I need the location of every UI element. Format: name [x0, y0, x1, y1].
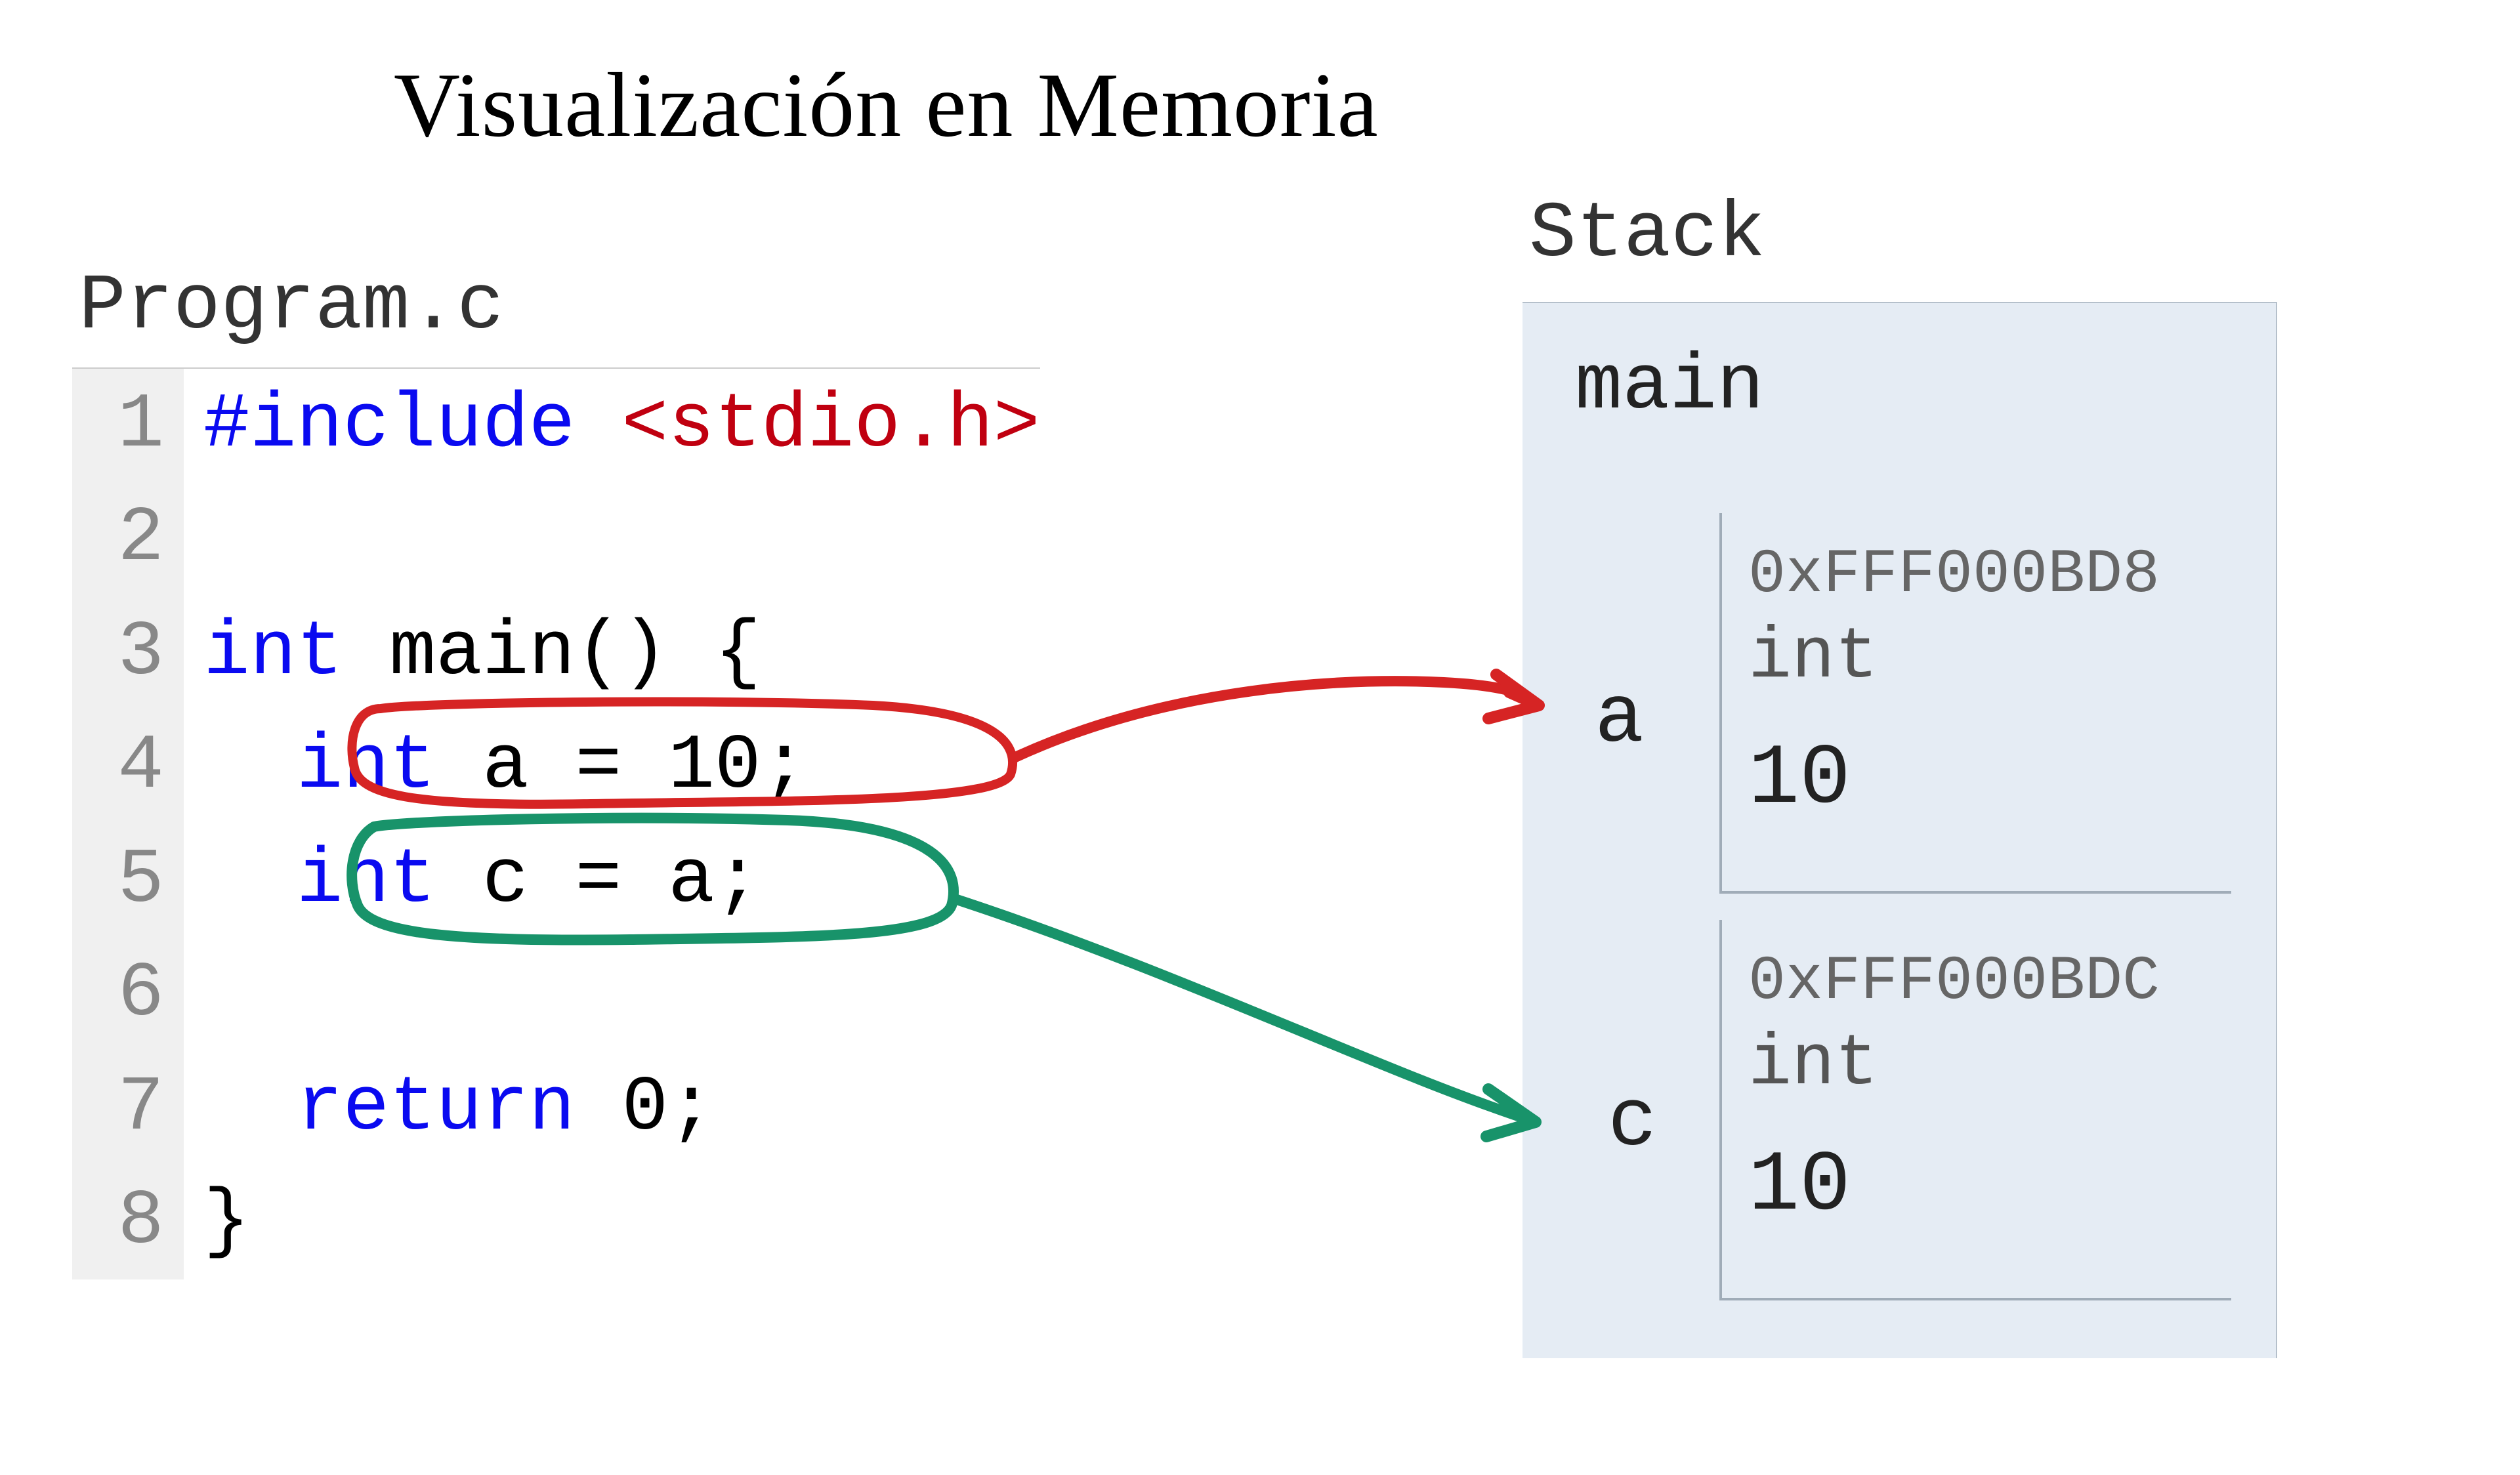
- line-number: 7: [72, 1052, 184, 1165]
- line-number: 8: [72, 1165, 184, 1279]
- code-line: 6: [72, 938, 1040, 1051]
- code-line: 3 int main() {: [72, 596, 1040, 710]
- stack-frame-name: main: [1575, 343, 1764, 432]
- line-number: 4: [72, 710, 184, 823]
- stack-variable-box: 0xFFF000BDC int 10: [1719, 920, 2231, 1300]
- var-type: int: [1722, 610, 2231, 699]
- stack-heading: Stack: [1529, 190, 1765, 280]
- file-name-label: Program.c: [79, 262, 504, 352]
- code-line: 5 int c = a;: [72, 824, 1040, 938]
- code-line: 7 return 0;: [72, 1052, 1040, 1165]
- var-type: int: [1722, 1017, 2231, 1106]
- code-line: 4 int a = 10;: [72, 710, 1040, 823]
- line-number: 3: [72, 596, 184, 710]
- line-number: 6: [72, 938, 184, 1051]
- code-line: 2: [72, 482, 1040, 596]
- line-number: 1: [72, 369, 184, 482]
- preproc-token: #include: [203, 382, 576, 469]
- code-line: 1 #include <stdio.h>: [72, 369, 1040, 482]
- code-line: 8 }: [72, 1165, 1040, 1279]
- var-value: 10: [1722, 699, 2231, 828]
- code-text: a = 10;: [482, 723, 808, 810]
- code-text: main() {: [389, 610, 761, 697]
- keyword-token: int: [297, 837, 436, 924]
- code-text: }: [203, 1178, 250, 1266]
- code-listing: 1 #include <stdio.h> 2 3 int main() { 4 …: [72, 367, 1040, 1279]
- code-text: 0;: [621, 1065, 715, 1152]
- var-name-label: a: [1595, 673, 1644, 766]
- line-number: 5: [72, 824, 184, 938]
- line-number: 2: [72, 482, 184, 596]
- keyword-token: int: [203, 610, 343, 697]
- var-name-label: c: [1608, 1076, 1657, 1169]
- var-address: 0xFFF000BDC: [1722, 920, 2231, 1017]
- code-text: c = a;: [482, 837, 761, 924]
- stack-variable-box: 0xFFF000BD8 int 10: [1719, 513, 2231, 894]
- arrow-green: [955, 899, 1536, 1122]
- slide-title: Visualización en Memoria: [394, 52, 1379, 158]
- stack-panel: main 0xFFF000BD8 int 10 0xFFF000BDC int …: [1522, 302, 2277, 1358]
- include-token: <stdio.h>: [621, 382, 1040, 469]
- keyword-token: int: [297, 723, 436, 810]
- keyword-token: return: [297, 1065, 576, 1152]
- arrow-red: [1014, 681, 1539, 758]
- var-address: 0xFFF000BD8: [1722, 513, 2231, 610]
- var-value: 10: [1722, 1106, 2231, 1235]
